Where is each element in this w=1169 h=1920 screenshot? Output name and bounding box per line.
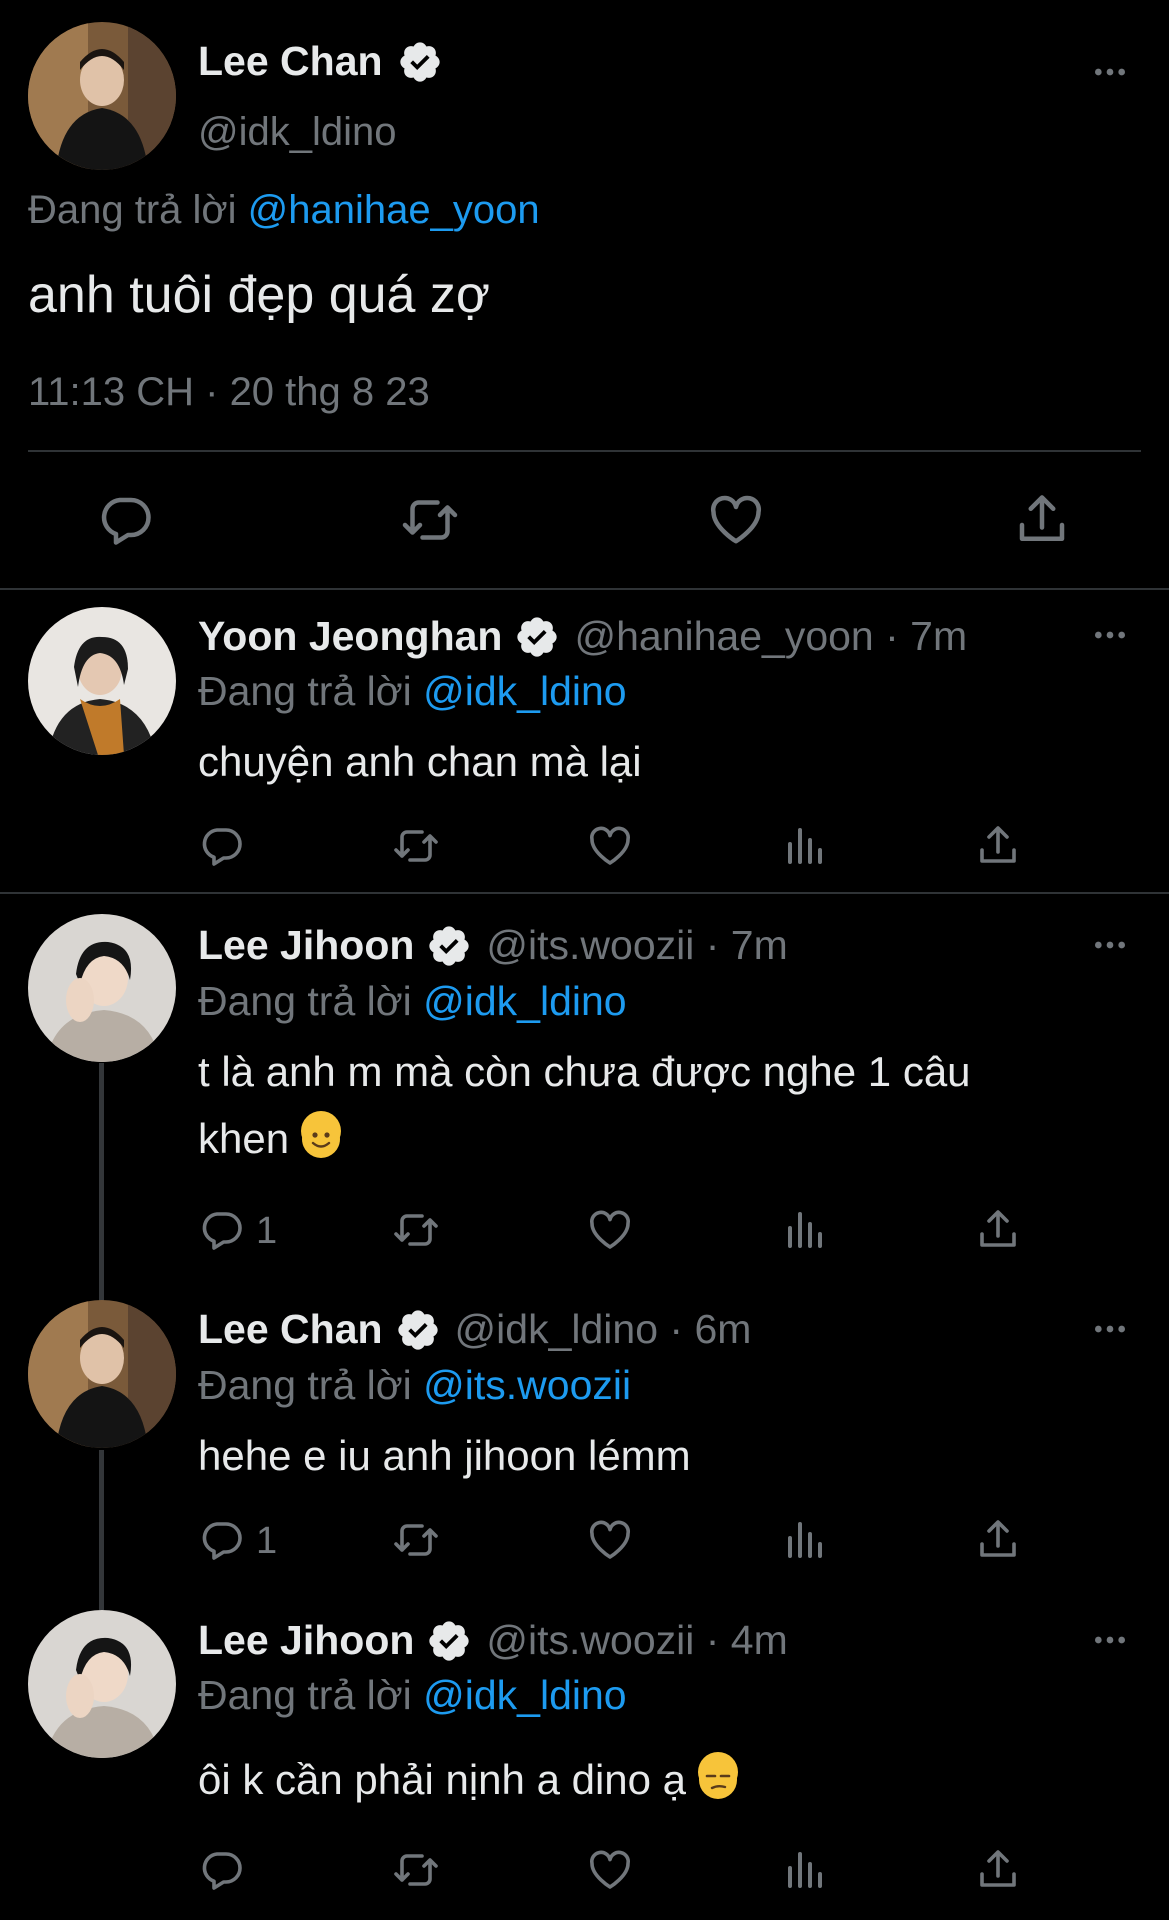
smile-emoji-icon bbox=[300, 1111, 341, 1158]
main-tweet-timestamp[interactable]: 11:13 CH · 20 thg 8 23 bbox=[28, 370, 430, 415]
reply-author-name[interactable]: Lee Jihoon bbox=[198, 1617, 414, 1664]
replying-prefix: Đang trả lời bbox=[198, 1672, 424, 1718]
like-icon[interactable] bbox=[706, 490, 766, 550]
unamused-emoji-icon bbox=[697, 1752, 738, 1799]
like-icon[interactable] bbox=[586, 822, 634, 870]
reply-icon[interactable] bbox=[198, 822, 246, 870]
like-icon[interactable] bbox=[586, 1206, 634, 1254]
more-icon[interactable] bbox=[1090, 52, 1130, 92]
retweet-icon[interactable] bbox=[392, 1206, 440, 1254]
share-icon[interactable] bbox=[974, 1846, 1022, 1894]
divider bbox=[0, 892, 1169, 894]
more-icon[interactable] bbox=[1090, 925, 1130, 965]
reply-text: hehe e iu anh jihoon lémm bbox=[198, 1432, 691, 1479]
like-icon[interactable] bbox=[586, 1516, 634, 1564]
reply-text-block: t là anh m mà còn chưa được nghe 1 câu k… bbox=[198, 1038, 1048, 1172]
verified-badge-icon bbox=[397, 39, 443, 85]
replying-prefix: Đang trả lời bbox=[198, 668, 424, 714]
divider bbox=[28, 450, 1141, 452]
reply-author-name[interactable]: Yoon Jeonghan bbox=[198, 613, 502, 660]
more-icon[interactable] bbox=[1090, 1620, 1130, 1660]
retweet-icon[interactable] bbox=[392, 1846, 440, 1894]
reply-header: Lee Chan @idk_ldino · 6m bbox=[198, 1306, 751, 1353]
replying-to-line: Đang trả lời @hanihae_yoon bbox=[28, 188, 540, 233]
verified-badge-icon bbox=[426, 1618, 472, 1664]
replying-to-mention[interactable]: @hanihae_yoon bbox=[248, 188, 540, 232]
replying-to-line: Đang trả lời @its.woozii bbox=[198, 1362, 631, 1409]
share-icon[interactable] bbox=[974, 822, 1022, 870]
reply-text: ôi k cần phải nịnh a dino ạ bbox=[198, 1756, 687, 1803]
replying-to-line: Đang trả lời @idk_ldino bbox=[198, 1672, 627, 1719]
reply-icon[interactable] bbox=[96, 490, 156, 550]
reply-header: Lee Jihoon @its.woozii · 4m bbox=[198, 1617, 788, 1664]
views-icon[interactable] bbox=[780, 1206, 828, 1254]
replying-to-mention[interactable]: @idk_ldino bbox=[423, 668, 626, 714]
avatar-yoon-jeonghan[interactable] bbox=[28, 607, 176, 755]
reply-text-block: ôi k cần phải nịnh a dino ạ bbox=[198, 1746, 1048, 1813]
author-name-text: Lee Chan bbox=[198, 38, 383, 84]
divider bbox=[0, 588, 1169, 590]
reply-text: chuyện anh chan mà lại bbox=[198, 738, 642, 785]
verified-badge-icon bbox=[395, 1307, 441, 1353]
main-author-name[interactable]: Lee Chan bbox=[198, 38, 443, 85]
verified-badge-icon bbox=[514, 614, 560, 660]
thread-connector bbox=[99, 1063, 104, 1303]
views-icon[interactable] bbox=[780, 822, 828, 870]
avatar-lee-chan[interactable] bbox=[28, 1300, 176, 1448]
replying-prefix: Đang trả lời bbox=[28, 188, 248, 232]
reply-handle-time[interactable]: @its.woozii · 4m bbox=[486, 1617, 787, 1664]
share-icon[interactable] bbox=[974, 1206, 1022, 1254]
share-icon[interactable] bbox=[974, 1516, 1022, 1564]
main-author-handle[interactable]: @idk_ldino bbox=[198, 110, 397, 155]
reply-author-name[interactable]: Lee Chan bbox=[198, 1306, 383, 1353]
reply-handle-time[interactable]: @hanihae_yoon · 7m bbox=[574, 613, 967, 660]
reply-icon[interactable] bbox=[198, 1206, 246, 1254]
thread-connector bbox=[99, 1450, 104, 1610]
more-icon[interactable] bbox=[1090, 615, 1130, 655]
views-icon[interactable] bbox=[780, 1516, 828, 1564]
replying-prefix: Đang trả lời bbox=[198, 1362, 424, 1408]
reply-author-name[interactable]: Lee Jihoon bbox=[198, 922, 414, 969]
verified-badge-icon bbox=[426, 923, 472, 969]
replying-to-line: Đang trả lời @idk_ldino bbox=[198, 668, 627, 715]
replying-to-mention[interactable]: @idk_ldino bbox=[423, 978, 626, 1024]
reply-header: Lee Jihoon @its.woozii · 7m bbox=[198, 922, 788, 969]
main-tweet-text: anh tuôi đẹp quá zợ bbox=[28, 266, 491, 324]
retweet-icon[interactable] bbox=[392, 1516, 440, 1564]
retweet-icon[interactable] bbox=[392, 822, 440, 870]
replying-prefix: Đang trả lời bbox=[198, 978, 424, 1024]
avatar-lee-jihoon[interactable] bbox=[28, 1610, 176, 1758]
avatar-lee-jihoon[interactable] bbox=[28, 914, 176, 1062]
views-icon[interactable] bbox=[780, 1846, 828, 1894]
reply-icon[interactable] bbox=[198, 1846, 246, 1894]
reply-header: Yoon Jeonghan @hanihae_yoon · 7m bbox=[198, 613, 967, 660]
replying-to-line: Đang trả lời @idk_ldino bbox=[198, 978, 627, 1025]
share-icon[interactable] bbox=[1012, 490, 1072, 550]
avatar-lee-chan[interactable] bbox=[28, 22, 176, 170]
reply-handle-time[interactable]: @its.woozii · 7m bbox=[486, 922, 787, 969]
replying-to-mention[interactable]: @its.woozii bbox=[423, 1362, 631, 1408]
reply-count: 1 bbox=[256, 1520, 278, 1562]
replying-to-mention[interactable]: @idk_ldino bbox=[423, 1672, 626, 1718]
reply-count: 1 bbox=[256, 1210, 278, 1252]
retweet-icon[interactable] bbox=[400, 490, 460, 550]
reply-icon[interactable] bbox=[198, 1516, 246, 1564]
reply-handle-time[interactable]: @idk_ldino · 6m bbox=[455, 1306, 752, 1353]
more-icon[interactable] bbox=[1090, 1309, 1130, 1349]
like-icon[interactable] bbox=[586, 1846, 634, 1894]
